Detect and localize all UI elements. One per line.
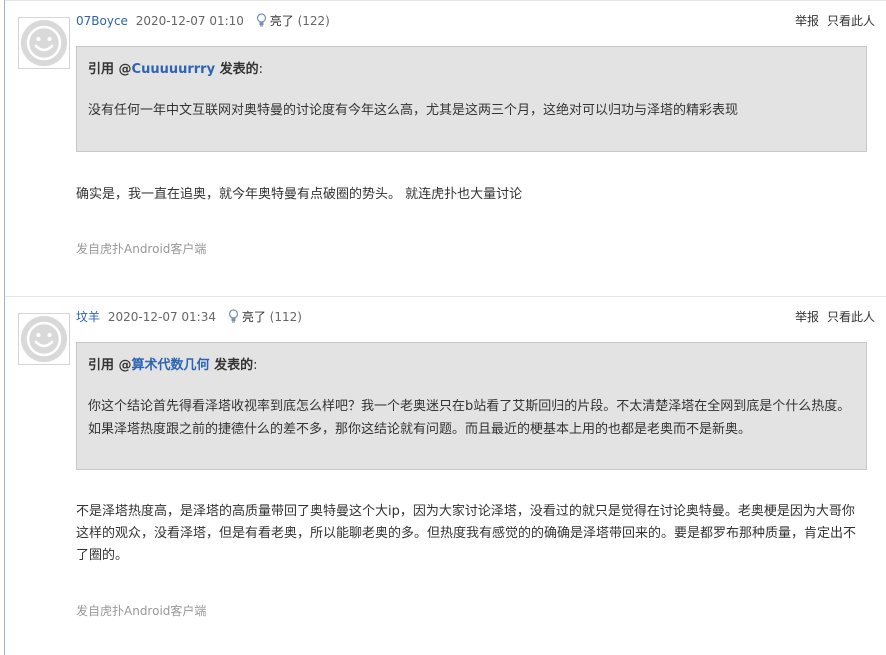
lightbulb-icon — [228, 309, 238, 323]
post-timestamp: 2020-12-07 01:10 — [135, 14, 244, 28]
post-timestamp: 2020-12-07 01:34 — [107, 310, 216, 324]
post-actions: 举报 只看此人 — [795, 309, 875, 325]
quote-prefix: 引用 @ — [88, 358, 132, 373]
light-label: 亮了 — [241, 310, 266, 324]
divider — [5, 0, 886, 1]
post-meta: 坟羊 2020-12-07 01:34 亮了 (112) — [76, 309, 302, 325]
quote-block: 引用 @算术代数几何 发表的: 你这个结论首先得看泽塔收视率到底怎么样吧？我一个… — [76, 342, 867, 470]
post-meta: 07Boyce 2020-12-07 01:10 亮了 (122) — [76, 13, 330, 29]
reply-text: 不是泽塔热度高，是泽塔的高质量带回了奥特曼这个大ip，因为大家讨论泽塔，没看过的… — [76, 504, 857, 563]
avatar[interactable] — [18, 17, 70, 69]
only-author-link[interactable]: 只看此人 — [827, 310, 875, 324]
report-link[interactable]: 举报 — [795, 310, 819, 324]
quote-colon: : — [253, 358, 258, 373]
light-count: (122) — [297, 14, 330, 28]
reply-text: 确实是，我一直在追奥，就今年奥特曼有点破圈的势头。 就连虎扑也大量讨论 — [76, 187, 523, 202]
quote-colon: : — [258, 62, 263, 77]
report-link[interactable]: 举报 — [795, 14, 819, 28]
light-button[interactable]: 亮了 (122) — [256, 13, 330, 28]
post-1: 07Boyce 2020-12-07 01:10 亮了 (122) 举报 只看此人… — [5, 0, 886, 296]
only-author-link[interactable]: 只看此人 — [827, 14, 875, 28]
quote-prefix: 引用 @ — [88, 62, 132, 77]
post-source: 发自虎扑Android客户端 — [76, 242, 207, 256]
quote-header: 引用 @Cuuuuurrry 发表的: — [88, 61, 855, 79]
username-link[interactable]: 07Boyce — [76, 14, 128, 28]
quote-text: 没有任何一年中文互联网对奥特曼的讨论度有今年这么高，尤其是这两三个月，这绝对可以… — [88, 103, 739, 118]
default-avatar-icon — [21, 316, 67, 362]
quote-header: 引用 @算术代数几何 发表的: — [88, 357, 855, 375]
lightbulb-icon — [256, 13, 266, 27]
default-avatar-icon — [21, 20, 67, 66]
post-actions: 举报 只看此人 — [795, 13, 875, 29]
username-link[interactable]: 坟羊 — [76, 310, 100, 324]
light-button[interactable]: 亮了 (112) — [228, 309, 302, 324]
quote-user-link[interactable]: 算术代数几何 — [132, 358, 210, 373]
quote-user-link[interactable]: Cuuuuurrry — [132, 62, 216, 77]
quote-block: 引用 @Cuuuuurrry 发表的: 没有任何一年中文互联网对奥特曼的讨论度有… — [76, 46, 867, 152]
divider — [5, 296, 886, 297]
quote-text: 你这个结论首先得看泽塔收视率到底怎么样吧？我一个老奥迷只在b站看了艾斯回归的片段… — [88, 399, 851, 437]
light-label: 亮了 — [269, 14, 294, 28]
avatar[interactable] — [18, 313, 70, 365]
quote-suffix: 发表的 — [215, 62, 259, 77]
light-count: (112) — [269, 310, 302, 324]
quote-suffix: 发表的 — [209, 358, 254, 373]
post-source: 发自虎扑Android客户端 — [76, 604, 207, 618]
post-2: 坟羊 2020-12-07 01:34 亮了 (112) 举报 只看此人 引用 @… — [5, 296, 886, 655]
